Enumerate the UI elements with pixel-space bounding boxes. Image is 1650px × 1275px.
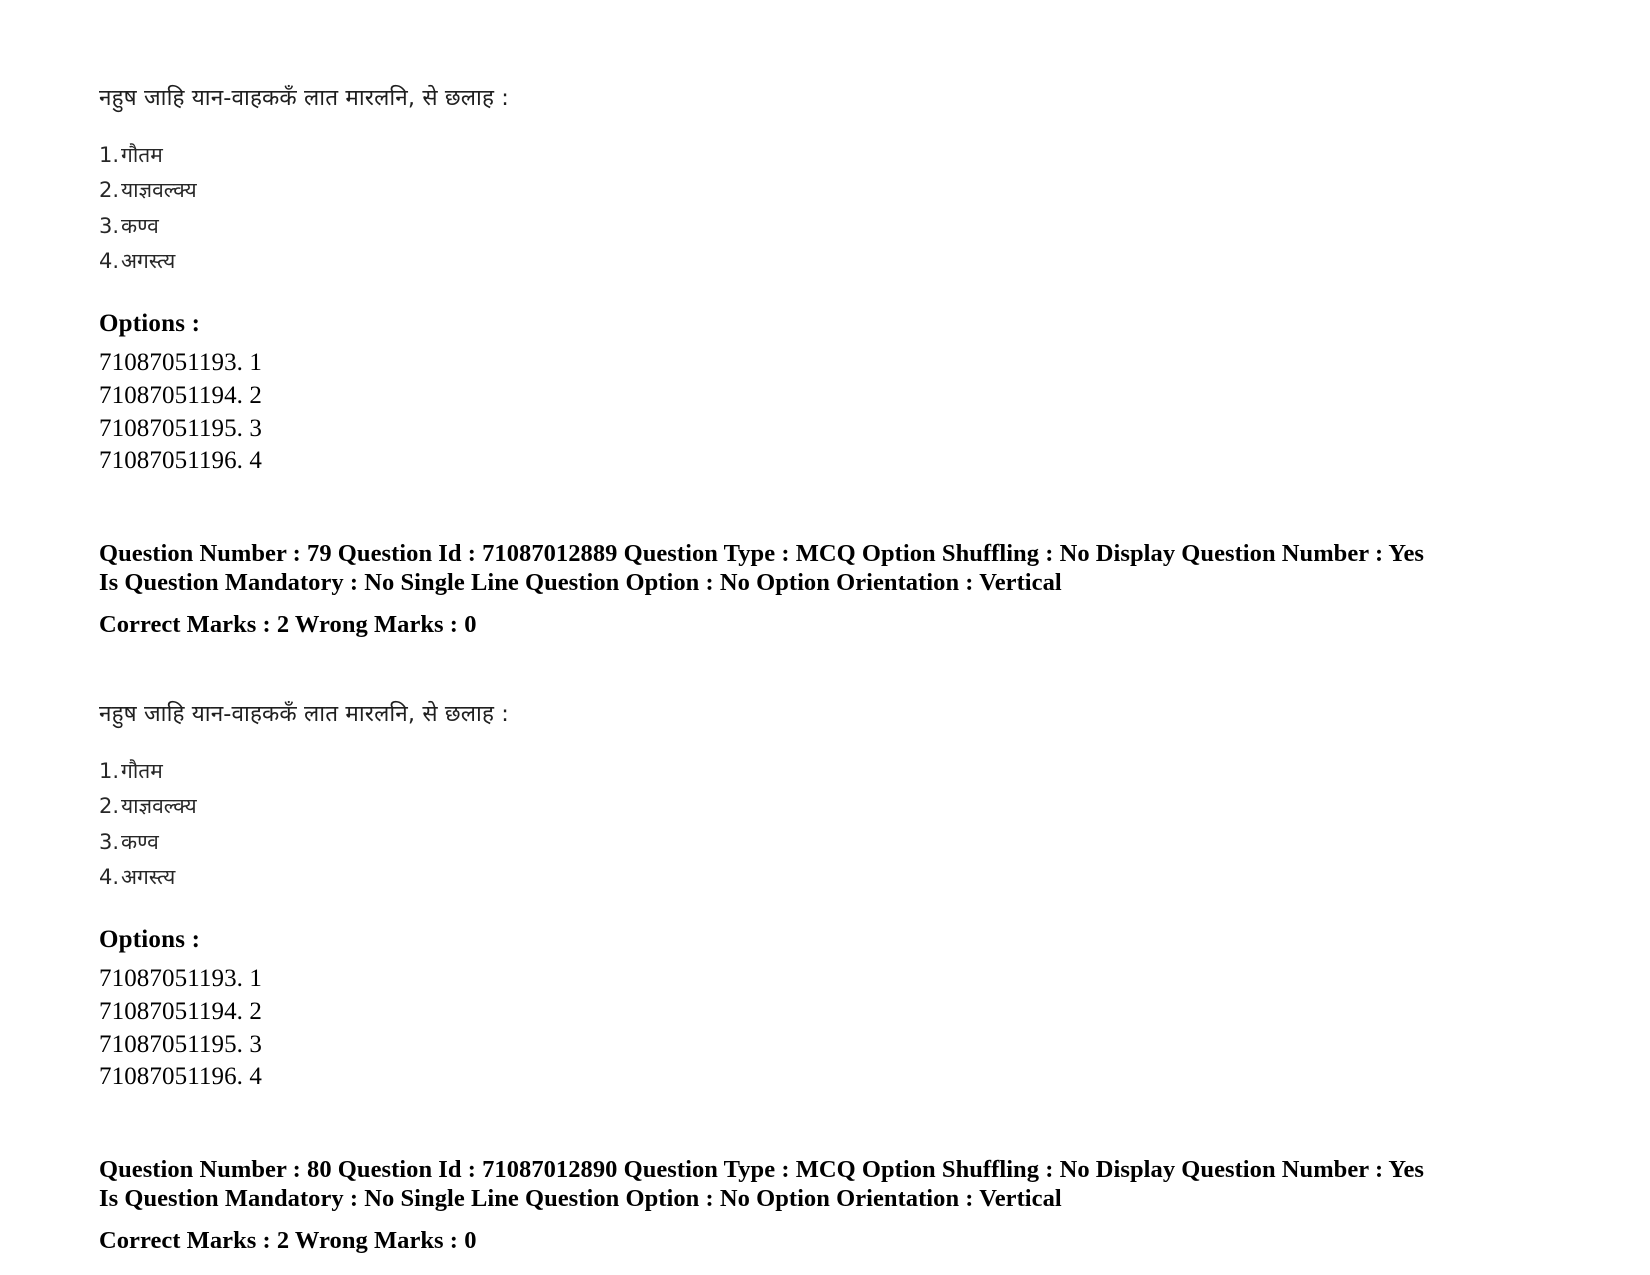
choice-text: कण्व (121, 829, 159, 854)
question-metadata-details: Question Number : 80 Question Id : 71087… (99, 1156, 1424, 1212)
question-block: नहुष जाहि यान-वाहककॅं लात मारलनि, से छला… (99, 0, 1429, 640)
choice-number: 3. (99, 829, 120, 854)
question-choice: 2.याज्ञवल्क्य (99, 789, 1429, 824)
question-choice-list: 1.गौतम 2.याज्ञवल्क्य 3.कण्व 4.अगस्त्य (99, 754, 1429, 895)
question-choice: 1.गौतम (99, 754, 1429, 789)
option-id-row: 71087051196. 4 (99, 447, 262, 475)
options-heading: Options : (99, 926, 201, 954)
choice-number: 2. (99, 178, 120, 203)
question-marks: Correct Marks : 2 Wrong Marks : 0 (99, 1226, 477, 1254)
option-id-row: 71087051193. 1 (99, 965, 262, 993)
option-id-row: 71087051195. 3 (99, 414, 262, 442)
choice-number: 4. (99, 248, 120, 273)
choice-number: 1. (99, 143, 120, 168)
choice-text: अगस्त्य (121, 864, 176, 889)
question-paper-page: नहुष जाहि यान-वाहककॅं लात मारलनि, से छला… (0, 0, 1650, 1275)
page-content: नहुष जाहि यान-वाहककॅं लात मारलनि, से छला… (99, 0, 1429, 1256)
option-id-row: 71087051193. 1 (99, 349, 262, 377)
question-metadata: Question Number : 80 Question Id : 71087… (99, 1156, 1429, 1256)
question-choice: 3.कण्व (99, 209, 1429, 244)
question-choice: 1.गौतम (99, 138, 1429, 173)
question-choice: 3.कण्व (99, 825, 1429, 860)
options-heading: Options : (99, 310, 201, 338)
option-id-row: 71087051195. 3 (99, 1030, 262, 1058)
choice-number: 3. (99, 213, 120, 238)
question-choice: 4.अगस्त्य (99, 860, 1429, 895)
option-id-row: 71087051196. 4 (99, 1063, 262, 1091)
option-id-list: 71087051193. 1 71087051194. 2 7108705119… (99, 347, 1429, 478)
choice-text: अगस्त्य (121, 248, 176, 273)
choice-number: 1. (99, 759, 120, 784)
question-choice-list: 1.गौतम 2.याज्ञवल्क्य 3.कण्व 4.अगस्त्य (99, 138, 1429, 279)
choice-number: 2. (99, 794, 120, 819)
question-choice: 2.याज्ञवल्क्य (99, 173, 1429, 208)
question-marks: Correct Marks : 2 Wrong Marks : 0 (99, 611, 477, 638)
question-metadata: Question Number : 79 Question Id : 71087… (99, 540, 1429, 640)
choice-text: याज्ञवल्क्य (121, 178, 197, 203)
choice-text: गौतम (121, 143, 163, 168)
option-id-list: 71087051193. 1 71087051194. 2 7108705119… (99, 963, 1429, 1094)
question-stem: नहुष जाहि यान-वाहककॅं लात मारलनि, से छला… (99, 85, 509, 111)
question-choice: 4.अगस्त्य (99, 244, 1429, 279)
question-metadata-details: Question Number : 79 Question Id : 71087… (99, 540, 1424, 597)
choice-number: 4. (99, 864, 120, 889)
choice-text: कण्व (121, 213, 159, 238)
choice-text: याज्ञवल्क्य (121, 794, 197, 819)
option-id-row: 71087051194. 2 (99, 381, 262, 409)
option-id-row: 71087051194. 2 (99, 997, 262, 1025)
question-block: नहुष जाहि यान-वाहककॅं लात मारलनि, से छला… (99, 700, 1429, 1256)
choice-text: गौतम (121, 759, 163, 784)
question-stem: नहुष जाहि यान-वाहककॅं लात मारलनि, से छला… (99, 700, 509, 727)
